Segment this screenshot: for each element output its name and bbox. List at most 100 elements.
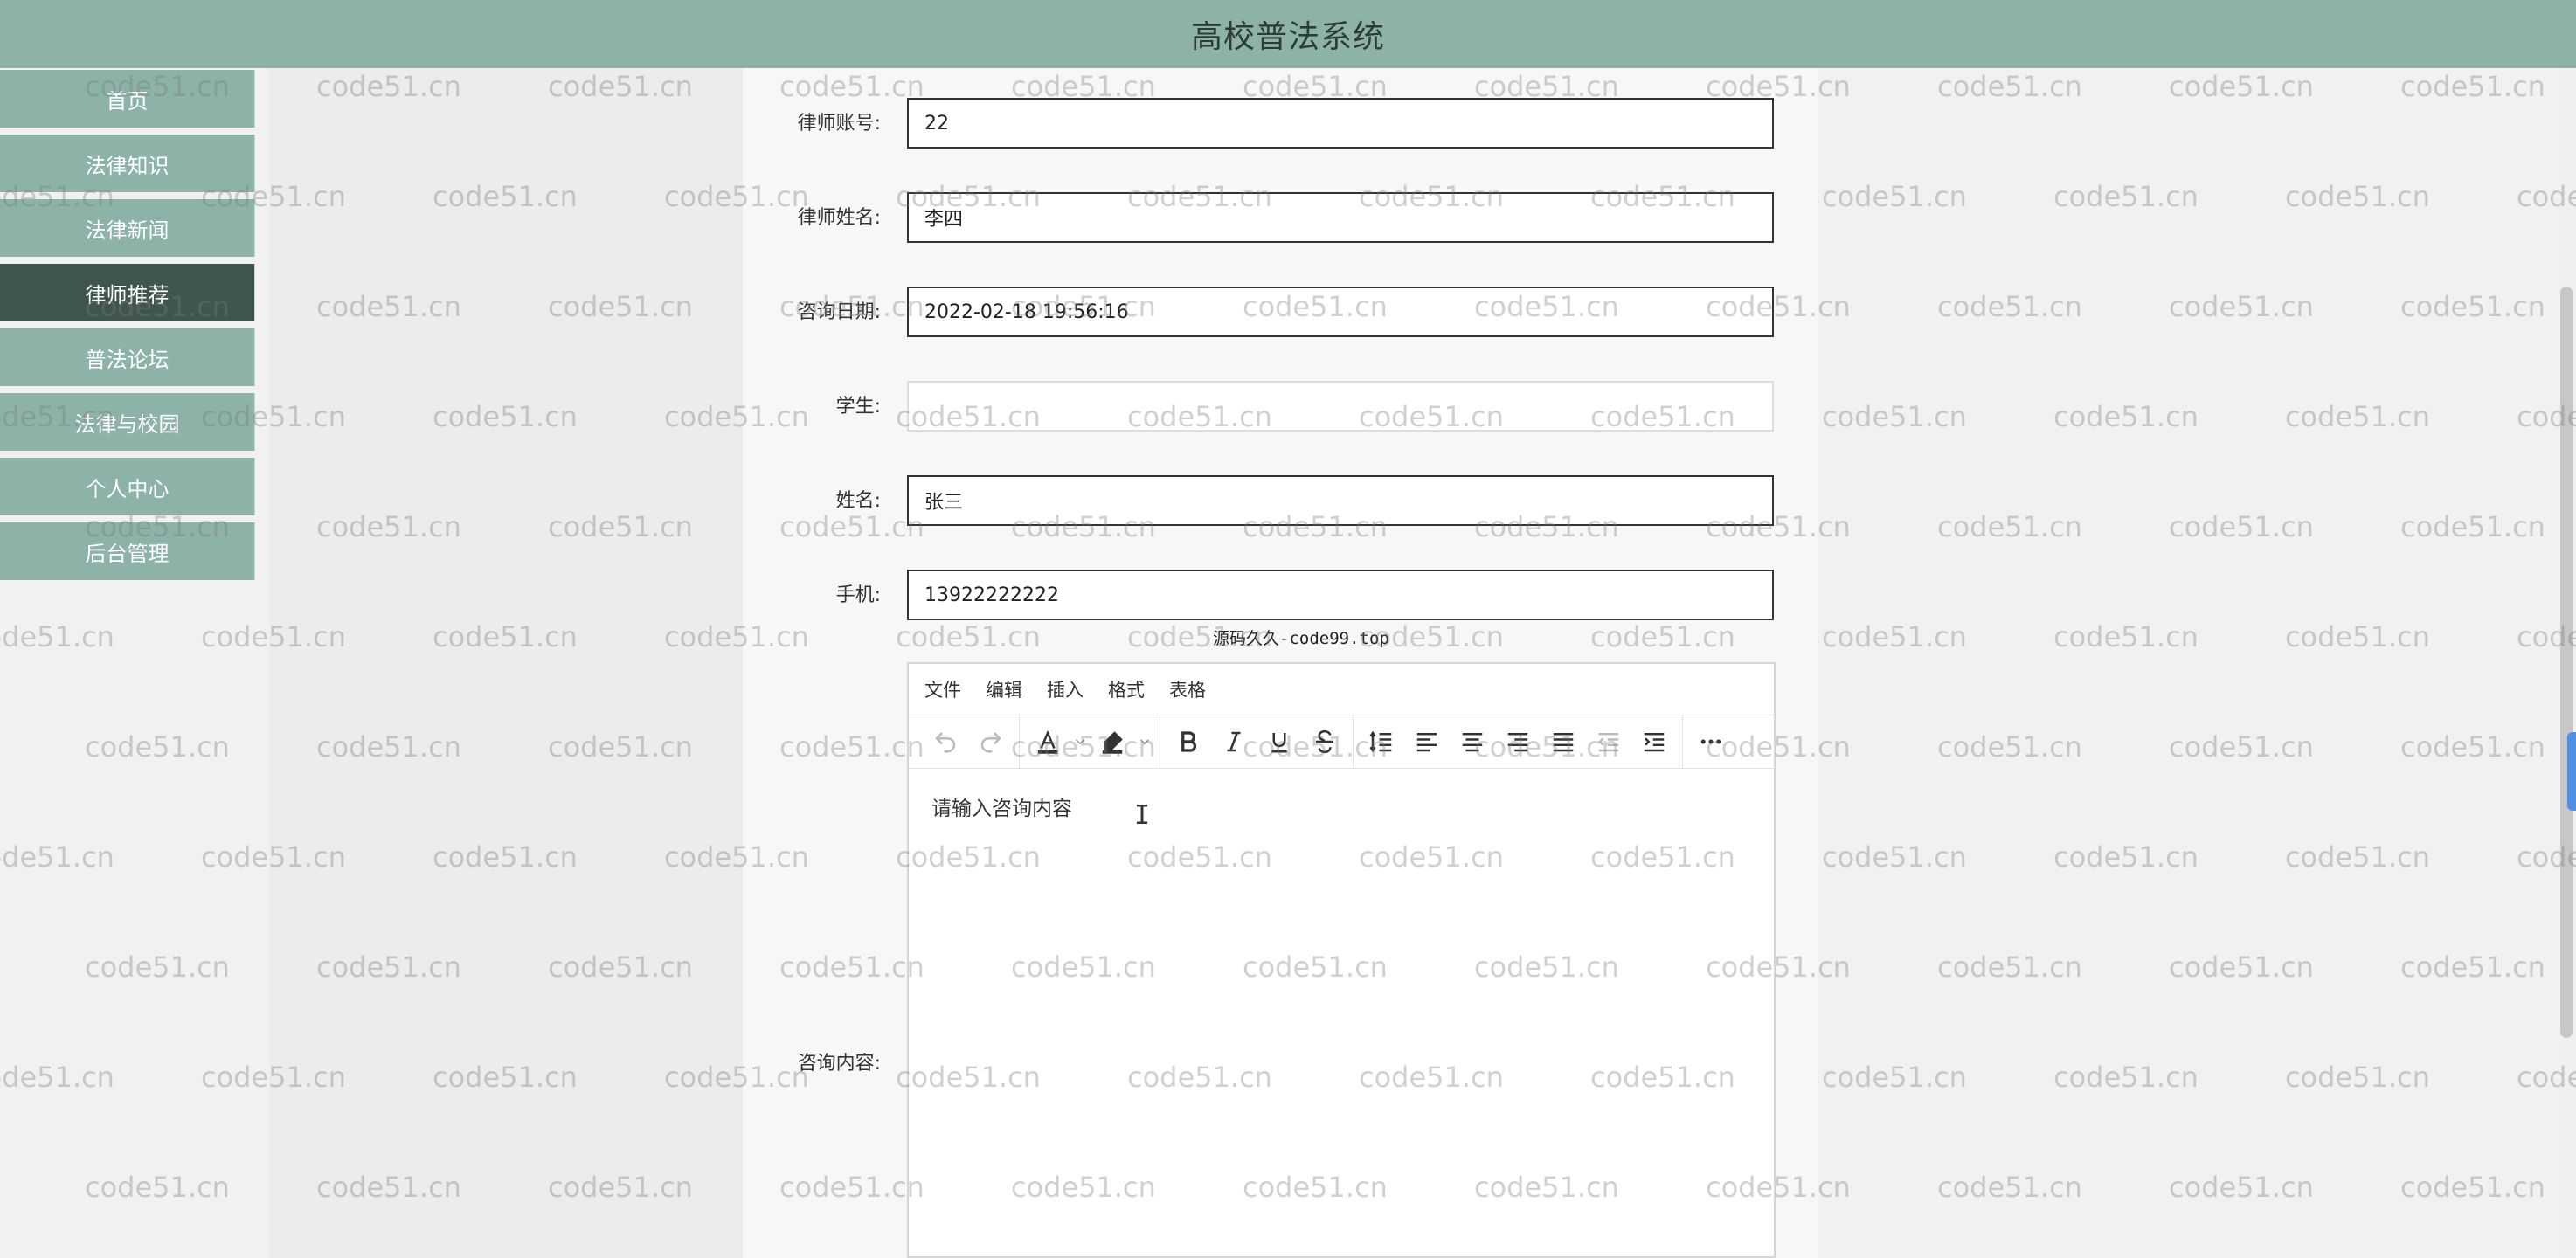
watermark-text: code51.cn bbox=[85, 950, 230, 984]
name-field[interactable]: 张三 bbox=[907, 475, 1774, 526]
student-field[interactable] bbox=[907, 381, 1774, 432]
nav-item-lawyer-recommend[interactable]: 律师推荐 bbox=[0, 264, 255, 321]
watermark-text: code51.cn bbox=[2053, 1061, 2199, 1094]
watermark-text: code51.cn bbox=[85, 730, 230, 764]
watermark-text: code51.cn bbox=[2285, 1061, 2430, 1094]
watermark-text: code51.cn bbox=[1937, 730, 2082, 764]
menu-insert[interactable]: 插入 bbox=[1047, 676, 1084, 702]
watermark-text: code51.cn bbox=[2400, 70, 2545, 103]
consult-content-label: 咨询内容: bbox=[797, 1053, 881, 1075]
align-left-icon[interactable] bbox=[1404, 721, 1450, 763]
lawyer-name-label: 律师姓名: bbox=[797, 207, 881, 229]
nav-item-label: 普法论坛 bbox=[85, 347, 170, 372]
highlight-icon[interactable] bbox=[1090, 721, 1135, 763]
watermark-text: code51.cn bbox=[1822, 1061, 1967, 1094]
watermark-text: code51.cn bbox=[2400, 950, 2545, 984]
editor-toolbar bbox=[909, 715, 1774, 769]
align-center-icon[interactable] bbox=[1450, 721, 1495, 763]
strikethrough-icon[interactable] bbox=[1302, 721, 1347, 763]
phone-field[interactable]: 13922222222 bbox=[907, 570, 1774, 620]
watermark-text: code51.cn bbox=[1937, 70, 2082, 103]
rich-text-editor: 文件 编辑 插入 格式 表格 请输入咨询内容 bbox=[907, 662, 1776, 1258]
nav-item-label: 法律知识 bbox=[85, 153, 170, 178]
editor-placeholder: 请输入咨询内容 bbox=[931, 798, 1072, 820]
lawyer-account-label: 律师账号: bbox=[797, 113, 881, 135]
indent-icon[interactable] bbox=[1631, 721, 1677, 763]
watermark-text: code51.cn bbox=[2169, 510, 2314, 543]
header: 高校普法系统 bbox=[0, 0, 2576, 68]
text-color-icon[interactable] bbox=[1025, 721, 1070, 763]
nav-item-label: 首页 bbox=[106, 88, 149, 114]
nav-item-legal-news[interactable]: 法律新闻 bbox=[0, 199, 255, 257]
nav-item-admin[interactable]: 后台管理 bbox=[0, 522, 255, 580]
undo-icon[interactable] bbox=[923, 721, 968, 763]
watermark-text: code51.cn bbox=[1937, 290, 2082, 323]
watermark-text: code51.cn bbox=[0, 620, 114, 653]
watermark-text: code51.cn bbox=[1937, 1171, 2082, 1204]
watermark-text: code51.cn bbox=[2400, 290, 2545, 323]
watermark-text: code51.cn bbox=[2400, 510, 2545, 543]
consult-date-field[interactable]: 2022-02-18 19:56:16 bbox=[907, 287, 1774, 337]
watermark-text: code51.cn bbox=[2053, 840, 2199, 874]
watermark-text: code51.cn bbox=[1822, 400, 1967, 433]
lawyer-name-field[interactable]: 李四 bbox=[907, 192, 1774, 243]
style-group bbox=[1160, 715, 1354, 768]
watermark-text: code51.cn bbox=[1937, 950, 2082, 984]
watermark-text: code51.cn bbox=[2400, 1171, 2545, 1204]
editor-menubar: 文件 编辑 插入 格式 表格 bbox=[909, 664, 1774, 715]
scrollbar-thumb[interactable] bbox=[2560, 287, 2573, 1038]
nav-item-label: 个人中心 bbox=[85, 476, 170, 501]
watermark-text: code51.cn bbox=[2169, 950, 2314, 984]
lawyer-account-field[interactable]: 22 bbox=[907, 98, 1774, 149]
watermark-text: code51.cn bbox=[2053, 180, 2199, 213]
page-scrollbar[interactable] bbox=[2560, 68, 2576, 1258]
watermark-text: code51.cn bbox=[2285, 400, 2430, 433]
nav-item-law-campus[interactable]: 法律与校园 bbox=[0, 393, 255, 451]
watermark-text: code51.cn bbox=[2053, 400, 2199, 433]
outdent-icon[interactable] bbox=[1586, 721, 1631, 763]
bold-icon[interactable] bbox=[1166, 721, 1211, 763]
watermark-text: code51.cn bbox=[2169, 290, 2314, 323]
source-note: 源码久久-code99.top bbox=[1213, 629, 1389, 648]
align-group bbox=[1354, 715, 1683, 768]
watermark-text: code51.cn bbox=[1937, 510, 2082, 543]
page: 高校普法系统 首页 法律知识 法律新闻 律师推荐 普法论坛 法律与校园 个人中心… bbox=[0, 0, 2576, 1258]
nav-item-legal-knowledge[interactable]: 法律知识 bbox=[0, 135, 255, 192]
menu-table[interactable]: 表格 bbox=[1169, 676, 1206, 702]
watermark-text: code51.cn bbox=[1822, 840, 1967, 874]
nav-item-label: 法律与校园 bbox=[74, 411, 180, 437]
nav-item-personal-center[interactable]: 个人中心 bbox=[0, 458, 255, 515]
line-height-icon[interactable] bbox=[1359, 721, 1404, 763]
chevron-down-icon[interactable] bbox=[1135, 734, 1154, 750]
menu-file[interactable]: 文件 bbox=[924, 676, 961, 702]
underline-icon[interactable] bbox=[1257, 721, 1302, 763]
watermark-text: code51.cn bbox=[2285, 180, 2430, 213]
scroll-indicator bbox=[2567, 732, 2576, 811]
watermark-text: code51.cn bbox=[2400, 730, 2545, 764]
watermark-text: code51.cn bbox=[2169, 70, 2314, 103]
more-icon[interactable] bbox=[1688, 721, 1734, 763]
nav-item-label: 法律新闻 bbox=[85, 218, 170, 243]
watermark-text: code51.cn bbox=[2053, 620, 2199, 653]
nav-item-forum[interactable]: 普法论坛 bbox=[0, 328, 255, 386]
nav-item-home[interactable]: 首页 bbox=[0, 70, 255, 128]
history-group bbox=[918, 715, 1020, 768]
watermark-text: code51.cn bbox=[2285, 620, 2430, 653]
menu-format[interactable]: 格式 bbox=[1108, 676, 1145, 702]
align-right-icon[interactable] bbox=[1495, 721, 1541, 763]
menu-edit[interactable]: 编辑 bbox=[986, 676, 1022, 702]
watermark-text: code51.cn bbox=[2285, 840, 2430, 874]
color-group bbox=[1020, 715, 1160, 768]
align-justify-icon[interactable] bbox=[1541, 721, 1586, 763]
watermark-text: code51.cn bbox=[1822, 620, 1967, 653]
name-label: 姓名: bbox=[835, 490, 881, 512]
watermark-text: code51.cn bbox=[0, 1061, 114, 1094]
italic-icon[interactable] bbox=[1211, 721, 1257, 763]
chevron-down-icon[interactable] bbox=[1070, 734, 1090, 750]
editor-content-area[interactable]: 请输入咨询内容 bbox=[909, 769, 1774, 844]
text-cursor-icon: I bbox=[1134, 800, 1151, 831]
watermark-text: code51.cn bbox=[2169, 730, 2314, 764]
nav-item-label: 后台管理 bbox=[85, 541, 170, 566]
redo-icon[interactable] bbox=[968, 721, 1014, 763]
consult-date-label: 咨询日期: bbox=[797, 301, 881, 323]
